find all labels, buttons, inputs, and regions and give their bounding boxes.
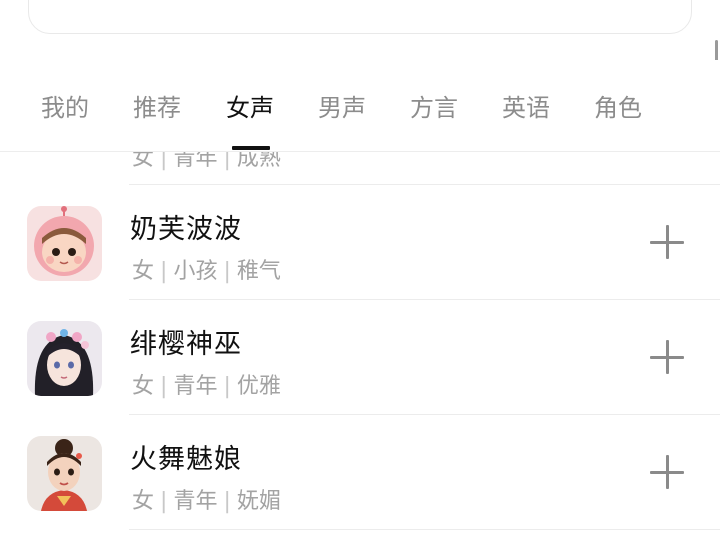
search-box[interactable] xyxy=(28,0,692,34)
voice-name: 奶芙波波 xyxy=(130,214,242,245)
dancer-girl-avatar-icon xyxy=(27,436,102,511)
tab-male[interactable]: 男声 xyxy=(318,88,366,123)
add-voice-button[interactable] xyxy=(650,455,684,489)
shrine-maiden-avatar-icon xyxy=(27,321,102,396)
add-voice-button[interactable] xyxy=(650,225,684,259)
voice-name: 绯樱神巫 xyxy=(130,329,242,360)
tag-gender: 女 xyxy=(132,489,155,514)
voice-name: 火舞魅娘 xyxy=(130,444,242,475)
tag-style: 稚气 xyxy=(236,259,281,284)
active-tab-indicator xyxy=(232,146,270,150)
tab-mine[interactable]: 我的 xyxy=(41,88,89,123)
voice-category-tabs: 我的 推荐 女声 男声 方言 英语 角色 xyxy=(0,60,720,152)
tag-gender: 女 xyxy=(132,374,155,399)
voice-tags: 女 | 青年 | 优雅 xyxy=(132,374,281,399)
list-item[interactable]: 火舞魅娘 女 | 青年 | 妩媚 xyxy=(0,415,720,530)
tag-style: 妩媚 xyxy=(236,489,281,514)
pink-baby-avatar-icon xyxy=(27,206,102,281)
list-item[interactable]: 奶芙波波 女 | 小孩 | 稚气 xyxy=(0,185,720,300)
tag-age: 青年 xyxy=(173,489,218,514)
voice-tags: 女 | 小孩 | 稚气 xyxy=(132,259,281,284)
tab-english[interactable]: 英语 xyxy=(502,88,550,123)
list-item[interactable]: 绯樱神巫 女 | 青年 | 优雅 xyxy=(0,300,720,415)
divider xyxy=(129,528,720,530)
add-voice-button[interactable] xyxy=(650,340,684,374)
tab-recommended[interactable]: 推荐 xyxy=(133,88,181,123)
tab-female[interactable]: 女声 xyxy=(226,88,274,123)
tab-character[interactable]: 角色 xyxy=(594,88,642,123)
voice-tags: 女 | 青年 | 妩媚 xyxy=(132,489,281,514)
tag-gender: 女 xyxy=(132,259,155,284)
tag-age: 青年 xyxy=(173,374,218,399)
tab-dialect[interactable]: 方言 xyxy=(410,88,458,123)
tag-age: 小孩 xyxy=(173,259,218,284)
tag-style: 优雅 xyxy=(236,374,281,399)
